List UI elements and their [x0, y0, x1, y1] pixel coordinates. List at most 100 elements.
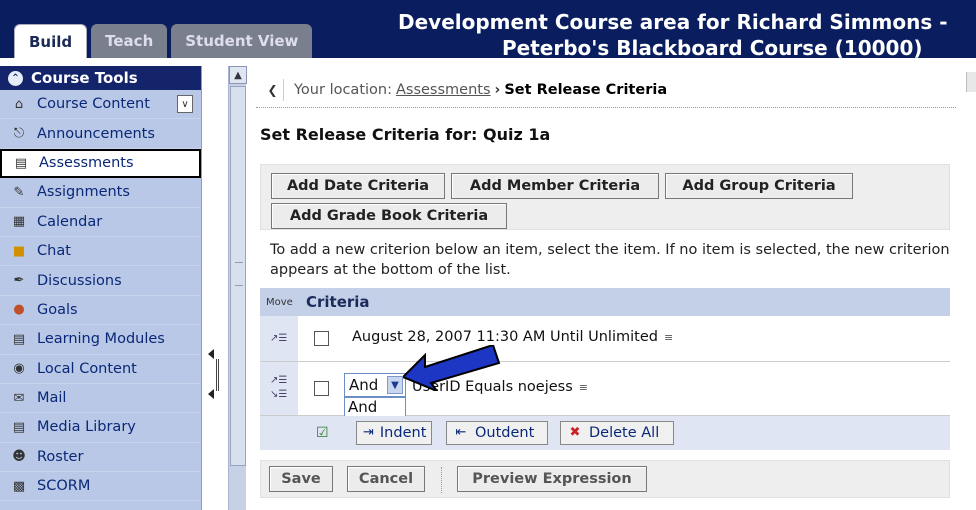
outdent-icon: ⇤ — [455, 425, 467, 440]
course-title-line2: Peterbo's Blackboard Course (10000) — [502, 36, 923, 58]
move-down-icon[interactable]: ↘☰ — [270, 388, 287, 401]
indent-label: Indent — [379, 425, 427, 441]
outdent-label: Outdent — [475, 425, 535, 441]
sidebar-item-local-content[interactable]: ◉ Local Content — [0, 355, 201, 384]
assessment-icon: ▤ — [14, 155, 28, 171]
chevron-down-icon[interactable]: ▼ — [387, 376, 403, 394]
sidebar-item-roster[interactable]: ☻ Roster — [0, 443, 201, 473]
criteria-row: ↗☰ August 28, 2007 11:30 AM Until Unlimi… — [260, 316, 950, 362]
expand-chevron-icon[interactable]: ∨ — [177, 95, 193, 114]
sidebar-item-label: Assignments — [37, 184, 130, 201]
sidebar-scrollbar[interactable]: ▲ — [228, 66, 247, 510]
row-checkbox[interactable] — [314, 381, 329, 396]
row-checkbox[interactable] — [314, 331, 329, 346]
media-library-icon: ▤ — [12, 419, 26, 435]
grip-icon — [235, 262, 243, 286]
collapse-circle-icon[interactable]: ⌃ — [8, 70, 23, 86]
main-scrollbar[interactable] — [966, 72, 976, 92]
chat-icon: ■ — [12, 243, 26, 259]
breadcrumb-link-assessments[interactable]: Assessments — [396, 82, 491, 98]
top-header: Build Teach Student View Development Cou… — [0, 0, 976, 58]
preview-expression-button[interactable]: Preview Expression — [457, 466, 647, 492]
course-title: Development Course area for Richard Simm… — [398, 10, 948, 58]
cancel-button[interactable]: Cancel — [347, 466, 425, 492]
discussion-icon: ✒ — [13, 273, 25, 289]
sidebar-item-label: Discussions — [37, 272, 122, 289]
learning-modules-icon: ▤ — [12, 331, 26, 347]
drag-grip — [216, 359, 219, 391]
sidebar-item-label: Calendar — [37, 213, 103, 230]
select-value: And — [349, 376, 379, 394]
scorm-icon: ▩ — [12, 478, 26, 494]
add-group-criteria-button[interactable]: Add Group Criteria — [665, 173, 853, 199]
context-menu-icon[interactable]: ≡ — [664, 331, 676, 344]
sidebar-item-course-content[interactable]: ⌂ Course Content ∨ — [0, 90, 201, 120]
sidebar-item-label: Roster — [37, 448, 84, 465]
sidebar-item-chat[interactable]: ■ Chat — [0, 237, 201, 267]
outdent-button[interactable]: ⇤ Outdent — [446, 421, 548, 445]
move-up-icon[interactable]: ↗☰ — [270, 332, 287, 345]
save-button[interactable]: Save — [269, 466, 333, 492]
indent-button[interactable]: ⇥ Indent — [356, 421, 432, 445]
sidebar-item-label: Local Content — [37, 360, 137, 377]
sidebar-item-mail[interactable]: ✉ Mail — [0, 384, 201, 414]
house-icon: ⌂ — [14, 96, 24, 112]
criteria-row: ↗☰ ↘☰ And ▼ UserID Equals noejess≡ And O… — [260, 362, 950, 437]
calendar-icon: ▦ — [12, 214, 26, 230]
course-tools-header[interactable]: ⌃ Course Tools — [0, 66, 201, 90]
tab-build[interactable]: Build — [14, 24, 88, 58]
breadcrumb-prefix: Your location: — [294, 81, 392, 98]
sidebar-item-label: Announcements — [37, 125, 155, 142]
back-arrow-icon[interactable]: ❮ — [262, 78, 284, 101]
add-date-criteria-button[interactable]: Add Date Criteria — [271, 173, 445, 199]
criteria-table: Move Criteria ↗☰ August 28, 2007 11:30 A… — [260, 288, 950, 450]
sidebar-item-label: Media Library — [37, 419, 136, 436]
move-cell: ↗☰ — [260, 316, 298, 361]
sidebar-item-calendar[interactable]: ▦ Calendar — [0, 208, 201, 237]
criteria-actions-row: ☑ ⇥ Indent ⇤ Outdent ✖ Delete All — [260, 416, 950, 450]
select-all-checkbox-icon[interactable]: ☑ — [316, 425, 329, 441]
instructions-text: To add a new criterion below an item, se… — [270, 242, 950, 278]
tab-teach[interactable]: Teach — [91, 24, 168, 58]
criterion-date-label: August 28, 2007 11:30 AM Until Unlimited — [352, 329, 658, 345]
move-column-header: Move — [266, 296, 293, 308]
add-grade-book-criteria-button[interactable]: Add Grade Book Criteria — [271, 203, 507, 229]
move-up-icon[interactable]: ↗☰ — [270, 374, 287, 387]
main-content: ❮ Your location: Assessments › Set Relea… — [256, 72, 976, 510]
sidebar-item-discussions[interactable]: ✒ Discussions — [0, 266, 201, 296]
sidebar-item-goals[interactable]: ● Goals — [0, 296, 201, 326]
page-title: Set Release Criteria for: Quiz 1a — [260, 125, 551, 144]
course-tools-sidebar: ⌃ Course Tools ⌂ Course Content ∨ ⎋ Anno… — [0, 66, 202, 510]
scroll-thumb[interactable] — [230, 86, 246, 466]
sidebar-item-media-library[interactable]: ▤ Media Library — [0, 413, 201, 443]
sidebar-item-announcements[interactable]: ⎋ Announcements — [0, 119, 201, 149]
context-menu-icon[interactable]: ≡ — [579, 381, 591, 394]
sidebar-item-assignments[interactable]: ✎ Assignments — [0, 178, 201, 208]
submit-bar: Save Cancel Preview Expression — [260, 460, 950, 498]
annotation-arrow — [403, 345, 501, 391]
sidebar-item-label: SCORM — [37, 478, 91, 495]
tab-student-view[interactable]: Student View — [171, 24, 313, 58]
mail-icon: ✉ — [13, 390, 25, 406]
and-or-select[interactable]: And ▼ — [344, 373, 406, 397]
delete-icon: ✖ — [569, 425, 581, 440]
separator — [441, 467, 442, 493]
breadcrumb-current: Set Release Criteria — [504, 81, 668, 98]
breadcrumb-separator: › — [494, 81, 501, 98]
sidebar-item-label: Goals — [37, 301, 78, 318]
local-content-icon: ◉ — [13, 361, 25, 377]
sidebar-item-assessments[interactable]: ▤ Assessments — [0, 148, 201, 179]
scroll-up-icon[interactable]: ▲ — [229, 66, 247, 84]
delete-all-button[interactable]: ✖ Delete All — [560, 421, 674, 445]
add-member-criteria-button[interactable]: Add Member Criteria — [451, 173, 659, 199]
sidebar-item-scorm[interactable]: ▩ SCORM — [0, 472, 201, 502]
sidebar-collapse-handle[interactable] — [204, 345, 222, 405]
megaphone-icon: ⎋ — [13, 126, 25, 142]
criteria-column-header: Criteria — [306, 293, 370, 311]
move-cell: ↗☰ ↘☰ — [260, 362, 298, 415]
course-tools-title: Course Tools — [31, 69, 138, 87]
select-option-and[interactable]: And — [345, 398, 405, 417]
goals-icon: ● — [13, 302, 25, 318]
sidebar-item-learning-modules[interactable]: ▤ Learning Modules — [0, 325, 201, 355]
assignment-icon: ✎ — [13, 184, 25, 200]
